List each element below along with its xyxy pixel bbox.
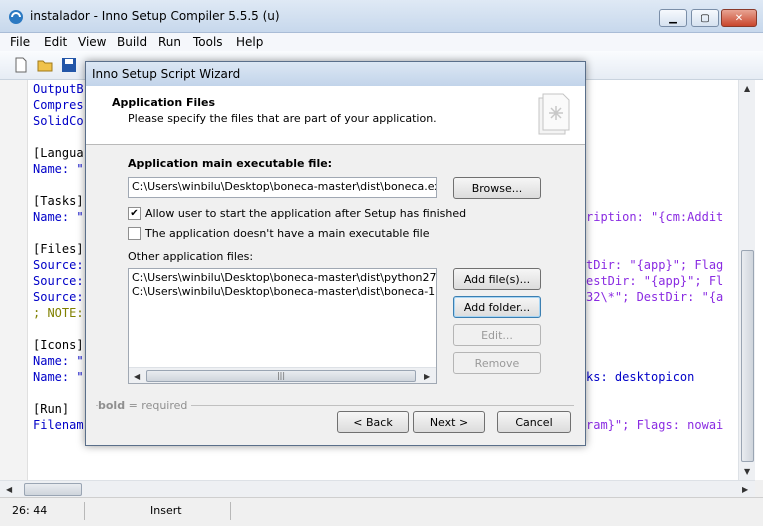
main-exe-input[interactable]: C:\Users\winbilu\Desktop\boneca-master\d… [128,177,437,198]
scroll-right-icon[interactable]: ▶ [424,372,430,381]
code-fragment: tDir: "{app}"; Flag [586,258,724,272]
other-files-label: Other application files: [128,250,254,263]
page-title: Application Files [112,96,216,109]
menu-help[interactable]: Help [236,35,263,49]
code-line: ; NOTE: [33,306,84,320]
code-line: Source: [33,258,84,272]
window-title: instalador - Inno Setup Compiler 5.5.5 (… [30,9,280,23]
code-line: Name: " [33,354,84,368]
menu-build[interactable]: Build [117,35,147,49]
back-button[interactable]: < Back [337,411,409,433]
no-exe-checkbox[interactable] [128,227,141,240]
code-line: [Files] [33,242,84,256]
minimize-icon: ▁ [669,12,677,24]
status-divider [84,502,85,520]
scroll-left-icon[interactable]: ◀ [134,372,140,381]
menu-run[interactable]: Run [158,35,181,49]
maximize-button[interactable]: ▢ [691,9,719,27]
files-wizard-icon [538,93,570,135]
code-line: Source: [33,290,84,304]
code-line: OutputB [33,82,84,96]
vertical-scroll-thumb[interactable] [741,250,754,462]
status-bar: 26: 44 Insert [0,497,763,526]
no-exe-label[interactable]: The application doesn't have a main exec… [145,227,430,240]
editor-horizontal-scrollbar[interactable]: ◀ ▶ [0,480,755,497]
file-list-horizontal-scrollbar[interactable]: ◀ ||| ▶ [129,367,436,383]
editor-vertical-scrollbar[interactable]: ▲ ▼ [738,80,755,480]
close-icon: ✕ [734,12,744,24]
main-exe-label: Application main executable file: [128,157,333,170]
code-line: [Run] [33,402,70,416]
remove-button[interactable]: Remove [453,352,541,374]
list-item[interactable]: C:\Users\winbilu\Desktop\boneca-master\d… [132,285,436,298]
next-button[interactable]: Next > [413,411,485,433]
cancel-button[interactable]: Cancel [497,411,571,433]
menu-edit[interactable]: Edit [44,35,67,49]
code-line: Name: " [33,210,84,224]
list-item[interactable]: C:\Users\winbilu\Desktop\boneca-master\d… [132,271,436,284]
add-files-button[interactable]: Add file(s)... [453,268,541,290]
maximize-icon: ▢ [700,12,710,24]
open-folder-icon[interactable] [36,56,54,74]
status-divider [230,502,231,520]
dialog-header: Application Files Please specify the fil… [86,86,585,145]
code-fragment: ription: "{cm:Addit [586,210,724,224]
menu-view[interactable]: View [78,35,106,49]
code-line: [Icons] [33,338,84,352]
scroll-up-icon[interactable]: ▲ [744,84,750,93]
other-files-list[interactable]: C:\Users\winbilu\Desktop\boneca-master\d… [128,268,437,384]
code-line: Name: " [33,162,84,176]
code-line: [Tasks] [33,194,84,208]
allow-start-checkbox[interactable]: ✔ [128,207,141,220]
code-fragment: ks: desktopicon [586,370,695,384]
code-line: [Langua [33,146,84,160]
menu-bar: File Edit View Build Run Tools Help [0,33,763,51]
add-folder-button[interactable]: Add folder... [453,296,541,318]
script-wizard-dialog: Inno Setup Script Wizard Application Fil… [85,61,586,446]
file-list-scroll-thumb[interactable]: ||| [146,370,416,382]
save-icon[interactable] [60,56,78,74]
editor-gutter [0,80,28,480]
new-file-icon[interactable] [12,56,30,74]
required-legend: bold = required [98,399,192,412]
code-fragment: 32\*"; DestDir: "{a [586,290,724,304]
horizontal-scroll-thumb[interactable] [24,483,82,496]
code-line: SolidCo [33,114,84,128]
code-line: Source: [33,274,84,288]
code-line: Name: " [33,370,84,384]
menu-tools[interactable]: Tools [193,35,223,49]
code-line: Filenam [33,418,84,432]
inno-setup-app-icon [9,10,23,24]
dialog-title-bar: Inno Setup Script Wizard [86,62,585,86]
browse-button[interactable]: Browse... [453,177,541,199]
page-subtitle: Please specify the files that are part o… [128,112,437,125]
scroll-left-icon[interactable]: ◀ [6,485,12,494]
cursor-position: 26: 44 [12,504,48,517]
dialog-separator: bold = required [96,399,574,412]
close-button[interactable]: ✕ [721,9,757,27]
code-line: Compres [33,98,84,112]
scroll-right-icon[interactable]: ▶ [742,485,748,494]
window-title-bar: instalador - Inno Setup Compiler 5.5.5 (… [0,0,763,33]
minimize-button[interactable]: ▁ [659,9,687,27]
scroll-down-icon[interactable]: ▼ [744,467,750,476]
code-fragment: estDir: "{app}"; Fl [586,274,724,288]
allow-start-label[interactable]: Allow user to start the application afte… [145,207,466,220]
checkmark-icon: ✔ [130,208,139,219]
insert-mode: Insert [150,504,182,517]
edit-button[interactable]: Edit... [453,324,541,346]
code-fragment: ram}"; Flags: nowai [586,418,724,432]
dialog-title: Inno Setup Script Wizard [92,67,241,81]
menu-file[interactable]: File [10,35,30,49]
